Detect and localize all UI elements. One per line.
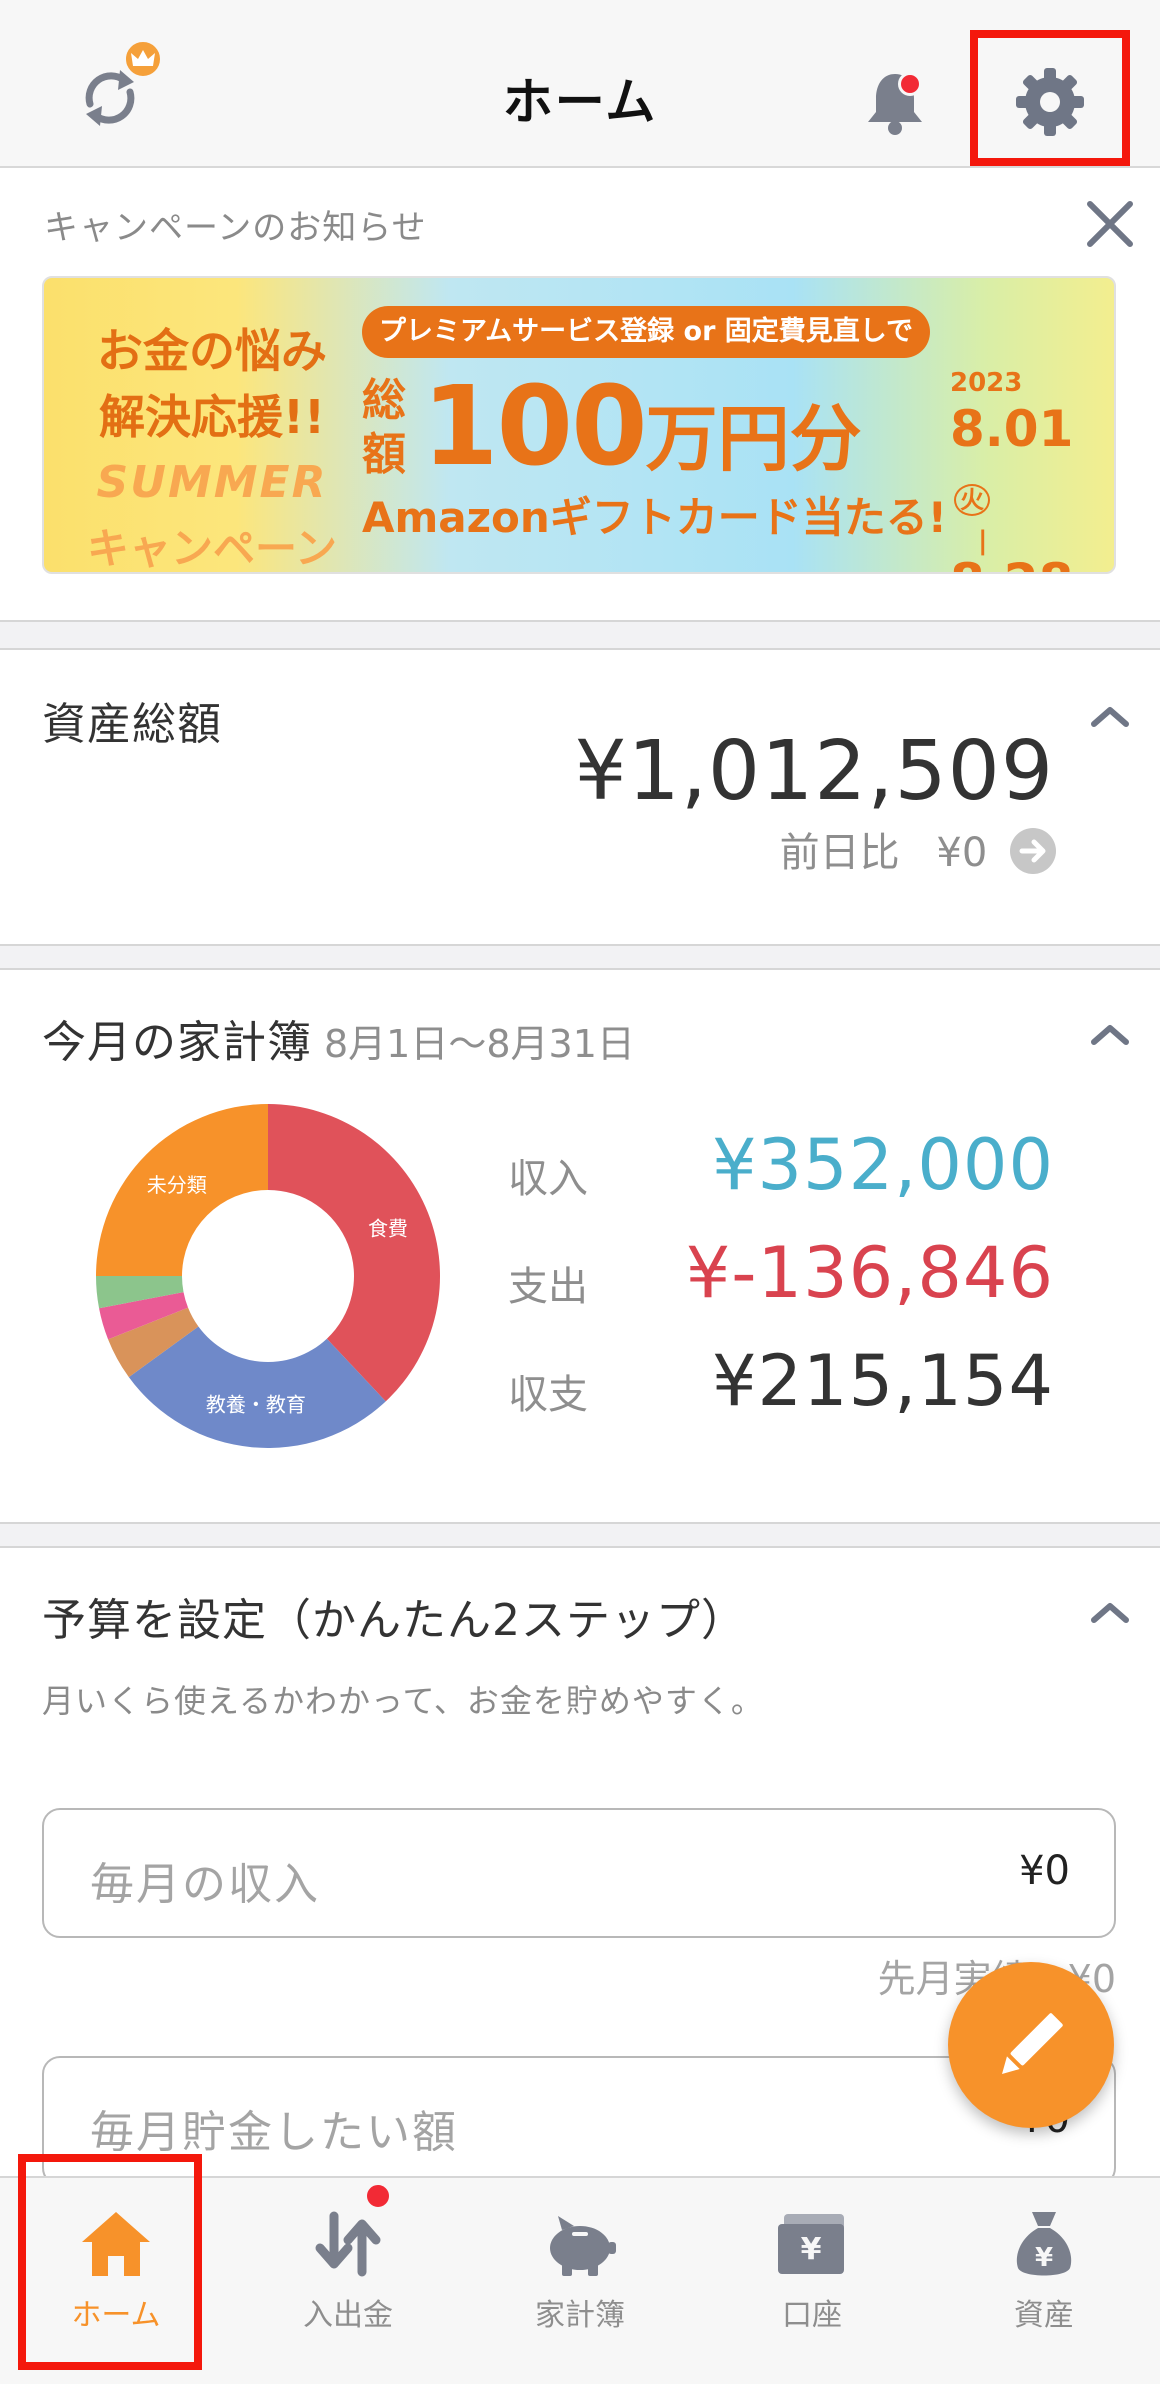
donut-slice-label: 教養・教育: [206, 1392, 306, 1416]
balance-label: 収支: [508, 1372, 588, 1418]
income-value: ¥352,000: [711, 1124, 1054, 1206]
highlight-box-home: [18, 2154, 202, 2370]
monthly-saving-placeholder: 毎月貯金したい額: [90, 2107, 458, 2158]
nav-item-accounts[interactable]: ¥ 口座: [696, 2178, 928, 2384]
svg-text:¥: ¥: [1035, 2243, 1053, 2273]
expense-donut-chart[interactable]: 食費教養・教育 未分類: [96, 1104, 440, 1448]
close-icon[interactable]: [1084, 198, 1136, 250]
monthly-income-field[interactable]: 毎月の収入 ¥0: [42, 1808, 1116, 1938]
household-label: 今月の家計簿 8月1日〜8月31日: [42, 1017, 635, 1068]
expense-value: ¥-136,846: [685, 1232, 1054, 1314]
expense-label: 支出: [508, 1264, 588, 1310]
svg-text:¥: ¥: [801, 2232, 822, 2267]
prev-day-label: 前日比: [779, 830, 900, 876]
monthly-income-placeholder: 毎月の収入: [90, 1859, 320, 1910]
banner-amount: 100万円分: [422, 362, 862, 490]
chevron-up-icon[interactable]: [1090, 704, 1130, 728]
nav-item-household[interactable]: 家計簿: [464, 2178, 696, 2384]
banner-dates: 2023 8.01火 | 8.28月: [950, 368, 1110, 572]
banner-amazon-text: Amazonギフトカード当たる!: [362, 493, 947, 542]
donut-slice[interactable]: [268, 1104, 440, 1402]
piggy-bank-icon: [550, 2216, 616, 2276]
nav-item-transactions[interactable]: 入出金: [232, 2178, 464, 2384]
assets-label: 資産総額: [42, 699, 222, 750]
monthly-income-value: ¥0: [1019, 1848, 1070, 1894]
donut-slice-label: 食費: [368, 1217, 408, 1241]
account-card-icon: ¥: [778, 2214, 844, 2274]
banner-total-label: 総額: [362, 375, 406, 480]
pencil-icon: [1002, 2013, 1063, 2074]
chevron-up-icon[interactable]: [1090, 1022, 1130, 1046]
nav-item-assets[interactable]: ¥ 資産: [928, 2178, 1160, 2384]
budget-subtitle: 月いくら使えるかわかって、お金を貯めやすく。: [42, 1682, 764, 1720]
household-period: 8月1日〜8月31日: [324, 1022, 635, 1066]
balance-value: ¥215,154: [711, 1340, 1054, 1422]
gear-icon[interactable]: [1014, 66, 1086, 138]
income-label: 収入: [508, 1156, 588, 1202]
assets-total-value: ¥1,012,509: [574, 724, 1054, 819]
campaign-section-title: キャンペーンのお知らせ: [44, 208, 427, 248]
notification-dot: [364, 2182, 392, 2210]
campaign-banner[interactable]: お金の悩み 解決応援!! SUMMER キャンペーン プレミアムサービス登録 o…: [42, 276, 1116, 574]
assets-prev-day[interactable]: 前日比 ¥0: [780, 820, 1056, 878]
donut-slice-label: 未分類: [147, 1173, 207, 1197]
budget-title: 予算を設定（かんたん2ステップ）: [42, 1595, 746, 1646]
chevron-up-icon[interactable]: [1090, 1600, 1130, 1624]
banner-pill: プレミアムサービス登録 or 固定費見直しで: [362, 306, 930, 358]
arrow-right-icon: [1010, 828, 1056, 874]
add-entry-button[interactable]: [948, 1962, 1114, 2128]
transfer-arrows-icon: [315, 2211, 381, 2277]
prev-day-value: ¥0: [936, 830, 988, 876]
notification-dot: [898, 72, 922, 96]
banner-left-text: お金の悩み 解決応援!! SUMMER キャンペーン: [87, 324, 337, 573]
crown-icon: [122, 38, 164, 80]
money-bag-icon: ¥: [1016, 2212, 1072, 2276]
